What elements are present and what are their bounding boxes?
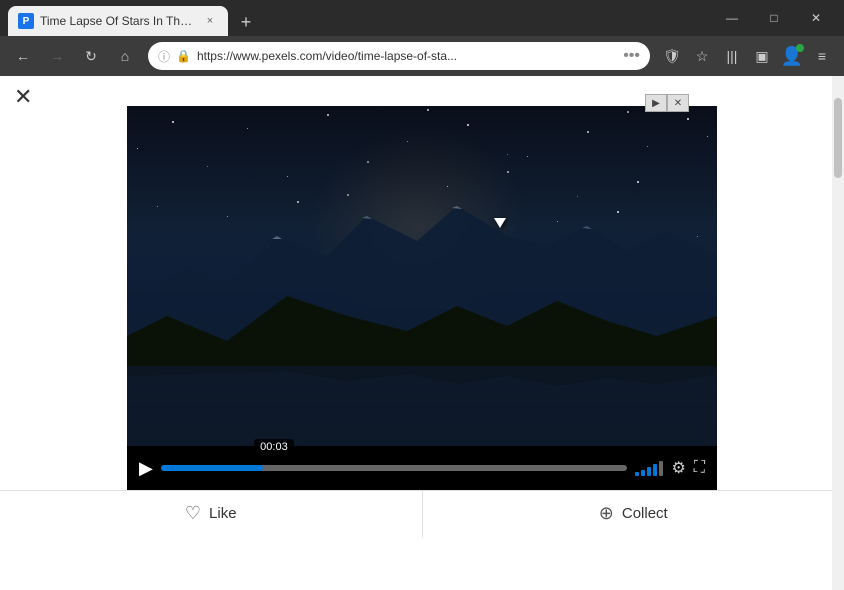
mountains-silhouette <box>127 186 717 366</box>
like-button[interactable]: ♡ Like <box>0 491 423 539</box>
tab-favicon: P <box>18 13 34 29</box>
pocket-icon[interactable]: 🛡 <box>658 42 686 70</box>
water-reflection <box>127 366 717 446</box>
volume-indicator <box>635 460 663 476</box>
scrollbar-thumb[interactable] <box>834 98 842 178</box>
like-label: Like <box>209 505 237 522</box>
title-bar: P Time Lapse Of Stars In The Sky × + — □… <box>0 0 844 36</box>
mouse-cursor <box>494 218 506 228</box>
page-close-button[interactable]: ✕ <box>14 84 32 110</box>
nav-right-icons: 🛡 ☆ ||| ▣ 👤 ≡ <box>658 42 836 70</box>
online-badge <box>796 44 804 52</box>
tab-title: Time Lapse Of Stars In The Sky <box>40 14 196 28</box>
library-icon[interactable]: ||| <box>718 42 746 70</box>
vol-bar-4 <box>653 464 657 476</box>
collect-icon: ⊕ <box>599 503 614 524</box>
new-tab-button[interactable]: + <box>232 8 260 36</box>
minimize-button[interactable]: — <box>712 0 752 36</box>
home-button[interactable]: ⌂ <box>110 41 140 71</box>
scrollbar[interactable] <box>832 76 844 590</box>
menu-button[interactable]: ≡ <box>808 42 836 70</box>
address-more-button[interactable]: ••• <box>623 47 640 65</box>
collect-label: Collect <box>622 505 668 522</box>
heart-icon: ♡ <box>185 503 201 524</box>
forward-button[interactable]: → <box>42 41 72 71</box>
profile-icon[interactable]: 👤 <box>778 42 806 70</box>
video-player: ▶ 00:03 ⚙ ⛶ <box>127 106 717 490</box>
play-button[interactable]: ▶ <box>139 458 153 479</box>
address-bar[interactable]: ⓘ 🔒 https://www.pexels.com/video/time-la… <box>148 42 650 70</box>
maximize-button[interactable]: □ <box>754 0 794 36</box>
lock-icon: 🔒 <box>176 49 191 63</box>
fullscreen-button[interactable]: ⛶ <box>694 459 705 477</box>
bookmark-icon[interactable]: ☆ <box>688 42 716 70</box>
overlay-play-button[interactable]: ▶ <box>645 94 667 112</box>
video-frame <box>127 106 717 446</box>
vol-bar-1 <box>635 472 639 476</box>
refresh-button[interactable]: ↻ <box>76 41 106 71</box>
settings-button[interactable]: ⚙ <box>671 458 685 478</box>
action-bar: ♡ Like ⊕ Collect <box>0 490 844 539</box>
url-text: https://www.pexels.com/video/time-lapse-… <box>197 49 617 63</box>
vol-bar-5 <box>659 461 663 476</box>
overlay-close-button[interactable]: ✕ <box>667 94 689 112</box>
time-tooltip: 00:03 <box>254 439 294 455</box>
progress-bar[interactable]: 00:03 <box>161 465 628 471</box>
vol-bar-3 <box>647 467 651 476</box>
progress-fill <box>161 465 264 471</box>
vol-bar-2 <box>641 470 645 476</box>
back-button[interactable]: ← <box>8 41 38 71</box>
window-controls: — □ ✕ <box>712 0 836 36</box>
tab-close-button[interactable]: × <box>202 13 218 29</box>
window-close-button[interactable]: ✕ <box>796 0 836 36</box>
video-controls-bar: ▶ 00:03 ⚙ ⛶ <box>127 446 717 490</box>
sidebar-icon[interactable]: ▣ <box>748 42 776 70</box>
info-icon: ⓘ <box>158 48 170 65</box>
collect-button[interactable]: ⊕ Collect <box>423 491 844 539</box>
browser-window: P Time Lapse Of Stars In The Sky × + — □… <box>0 0 844 590</box>
video-overlay-controls: ▶ ✕ <box>645 94 689 112</box>
tab-area: P Time Lapse Of Stars In The Sky × + <box>8 0 712 36</box>
page-content: ✕ ▶ ✕ <box>0 76 844 590</box>
navigation-bar: ← → ↻ ⌂ ⓘ 🔒 https://www.pexels.com/video… <box>0 36 844 76</box>
active-tab[interactable]: P Time Lapse Of Stars In The Sky × <box>8 6 228 36</box>
